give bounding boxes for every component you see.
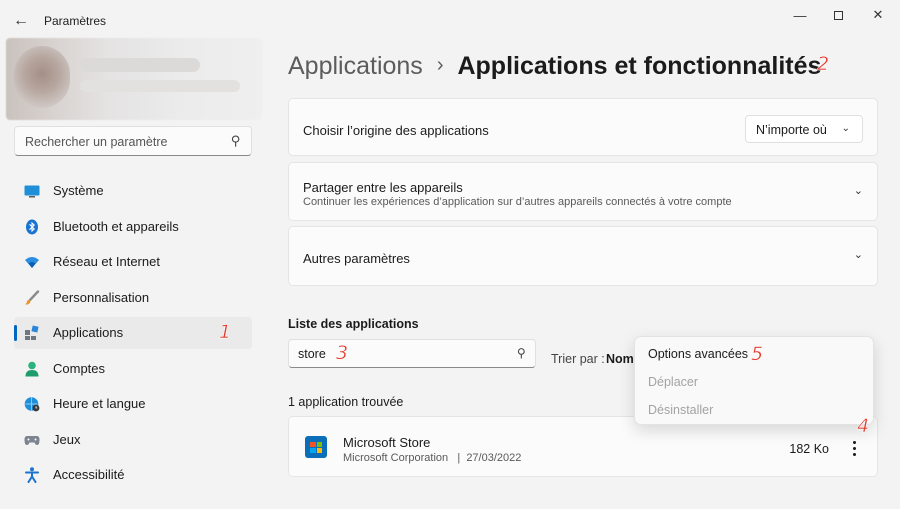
selection-indicator bbox=[14, 325, 17, 341]
app-count-text: 1 application trouvée bbox=[288, 395, 404, 409]
meta-separator: | bbox=[457, 452, 461, 464]
sidebar-item-label: Applications bbox=[53, 325, 124, 340]
arrow-left-icon: ← bbox=[13, 12, 29, 29]
sidebar-item-comptes[interactable]: Comptes bbox=[14, 353, 252, 385]
other-settings-title: Autres paramètres bbox=[303, 251, 410, 266]
search-icon: ⚲ bbox=[517, 346, 526, 360]
annotation-5: 5 bbox=[751, 343, 764, 365]
breadcrumb-separator: › bbox=[436, 54, 444, 76]
sidebar-item-label: Jeux bbox=[53, 432, 81, 447]
breadcrumb: Applications › Applications et fonctionnal… bbox=[288, 52, 821, 81]
sidebar-item-label: Système bbox=[53, 183, 104, 198]
settings-search-input[interactable]: Rechercher un paramètre ⚲ bbox=[14, 126, 252, 156]
profile-name-blurred bbox=[80, 58, 200, 72]
share-setting-title: Partager entre les appareils bbox=[303, 180, 463, 195]
chevron-down-icon: ⌄ bbox=[841, 123, 850, 134]
close-icon: ✕ bbox=[872, 7, 884, 22]
annotation-2: 2 bbox=[817, 53, 830, 75]
sort-dropdown[interactable]: Nom bbox=[606, 352, 634, 366]
back-button[interactable]: ← bbox=[10, 10, 32, 32]
sidebar-item-jeux[interactable]: Jeux bbox=[14, 424, 252, 456]
page-title: Applications et fonctionnalités bbox=[457, 52, 822, 80]
app-size: 182 Ko bbox=[789, 442, 829, 456]
sidebar-item-label: Personnalisation bbox=[53, 290, 150, 305]
other-settings-card[interactable]: Autres paramètres ⌄ bbox=[288, 226, 878, 286]
search-placeholder: Rechercher un paramètre bbox=[25, 135, 168, 149]
sidebar-item-systeme[interactable]: Système bbox=[14, 175, 252, 207]
sidebar-item-accessibilite[interactable]: Accessibilité bbox=[14, 459, 252, 491]
chevron-down-icon: ⌄ bbox=[853, 249, 863, 261]
profile-email-blurred bbox=[80, 80, 240, 92]
breadcrumb-parent[interactable]: Applications bbox=[288, 52, 423, 80]
sidebar-item-label: Bluetooth et appareils bbox=[53, 219, 179, 234]
globe-clock-icon bbox=[24, 396, 40, 412]
menu-item-deplacer: Déplacer bbox=[648, 375, 699, 389]
share-setting-card[interactable]: Partager entre les appareils Continuer l… bbox=[288, 162, 878, 221]
annotation-1: 1 bbox=[219, 321, 232, 343]
microsoft-store-icon bbox=[305, 436, 327, 458]
app-list-title: Liste des applications bbox=[288, 317, 419, 331]
minimize-icon: — bbox=[793, 7, 807, 23]
avatar bbox=[14, 46, 70, 108]
app-filter-value: store bbox=[298, 347, 326, 361]
sidebar-item-bluetooth[interactable]: Bluetooth et appareils bbox=[14, 211, 252, 243]
search-icon: ⚲ bbox=[231, 133, 241, 148]
app-row-microsoft-store: Microsoft Store Microsoft Corporation | … bbox=[288, 416, 878, 477]
sidebar-item-reseau[interactable]: Réseau et Internet bbox=[14, 246, 252, 278]
maximize-button[interactable] bbox=[816, 2, 860, 28]
accessibility-icon bbox=[24, 467, 40, 483]
more-options-button[interactable] bbox=[847, 437, 861, 459]
share-setting-subtitle: Continuer les expériences d’application … bbox=[303, 196, 732, 208]
annotation-4: 4 bbox=[857, 415, 870, 437]
annotation-3: 3 bbox=[336, 342, 349, 364]
wifi-icon bbox=[24, 254, 40, 270]
title-bar: ← Paramètres — ✕ bbox=[0, 0, 900, 40]
window-title: Paramètres bbox=[44, 14, 107, 28]
app-publisher: Microsoft Corporation bbox=[343, 452, 449, 464]
menu-item-desinstaller: Désinstaller bbox=[648, 403, 714, 417]
menu-item-options-avancees[interactable]: Options avancées bbox=[648, 347, 748, 361]
sidebar-item-label: Réseau et Internet bbox=[53, 254, 160, 269]
maximize-icon bbox=[833, 10, 843, 20]
monitor-icon bbox=[24, 183, 40, 199]
sidebar-item-label: Comptes bbox=[53, 361, 106, 376]
app-date: 27/03/2022 bbox=[466, 452, 522, 464]
apps-icon bbox=[24, 325, 40, 341]
gamepad-icon bbox=[24, 432, 40, 448]
app-filter-input[interactable]: store ⚲ bbox=[288, 339, 536, 368]
brush-icon bbox=[24, 290, 40, 306]
origin-setting-title: Choisir l’origine des applications bbox=[303, 123, 489, 138]
chevron-down-icon: ⌄ bbox=[853, 185, 863, 197]
sort-label: Trier par : bbox=[551, 352, 605, 366]
app-name: Microsoft Store bbox=[343, 435, 431, 450]
origin-dropdown[interactable]: N’importe où ⌄ bbox=[745, 115, 863, 143]
close-button[interactable]: ✕ bbox=[856, 2, 900, 28]
origin-setting-card: Choisir l’origine des applications N’imp… bbox=[288, 98, 878, 156]
sidebar-item-applications[interactable]: Applications bbox=[14, 317, 252, 349]
origin-dropdown-value: N’importe où bbox=[756, 123, 827, 137]
sidebar-item-label: Accessibilité bbox=[53, 467, 125, 482]
bluetooth-icon bbox=[24, 219, 40, 235]
person-icon bbox=[24, 361, 40, 377]
sidebar-item-label: Heure et langue bbox=[53, 396, 146, 411]
app-meta: Microsoft Corporation | 27/03/2022 bbox=[343, 452, 521, 464]
sidebar-item-heure-langue[interactable]: Heure et langue bbox=[14, 388, 252, 420]
sidebar-item-personnalisation[interactable]: Personnalisation bbox=[14, 282, 252, 314]
